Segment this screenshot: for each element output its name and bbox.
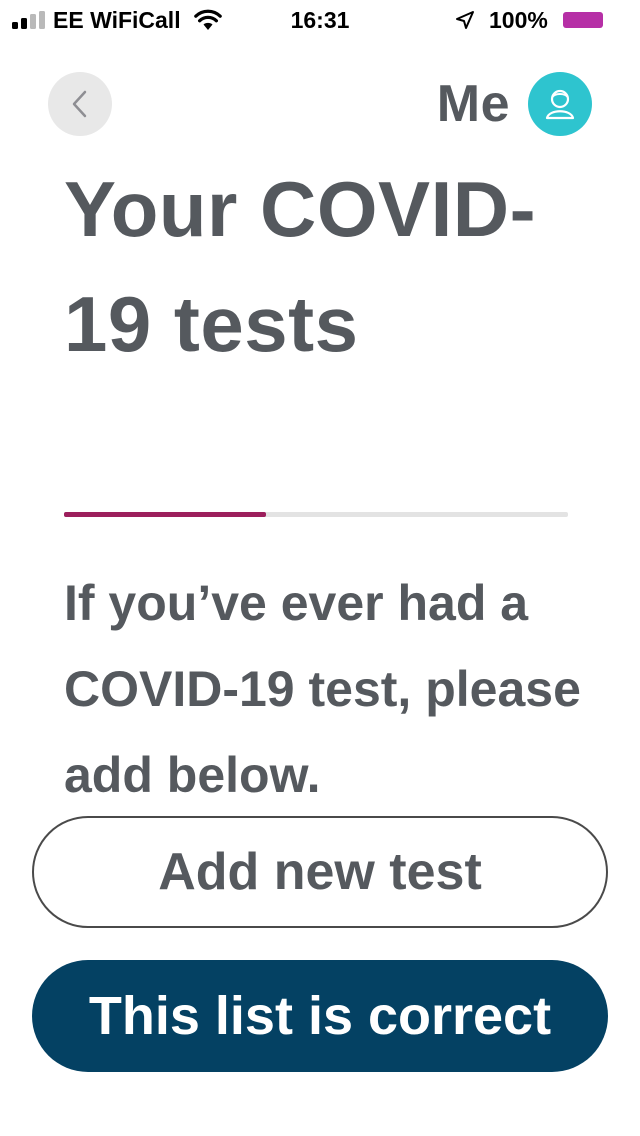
battery-icon	[563, 12, 603, 28]
profile-label[interactable]: Me	[437, 74, 510, 134]
back-button[interactable]	[48, 72, 112, 136]
page-title: Your COVID-19 tests	[64, 165, 537, 368]
status-bar: EE WiFiCall 16:31 100%	[0, 0, 640, 40]
add-new-test-button[interactable]: Add new test	[32, 816, 608, 928]
profile-avatar-button[interactable]	[528, 72, 592, 136]
battery-percentage: 100%	[489, 7, 548, 33]
user-avatar-icon	[545, 89, 575, 120]
chevron-left-icon	[72, 90, 87, 118]
progress-fill	[64, 512, 266, 517]
location-arrow-icon	[456, 11, 474, 29]
instruction-text: If you’ve ever had a COVID-19 test, plea…	[64, 575, 581, 803]
progress-bar	[64, 512, 568, 517]
list-correct-button[interactable]: This list is correct	[32, 960, 608, 1072]
